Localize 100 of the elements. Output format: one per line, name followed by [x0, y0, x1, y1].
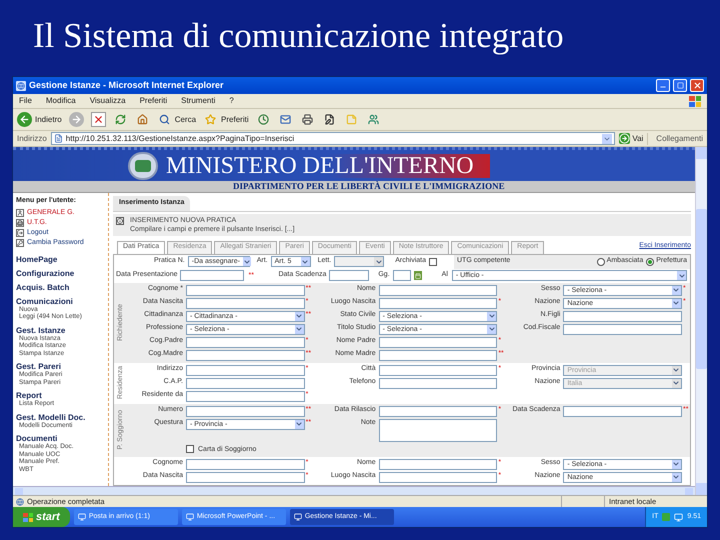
caret-icon	[487, 324, 496, 334]
text-field[interactable]	[186, 350, 305, 360]
sidebar-item[interactable]: HomePage	[16, 254, 105, 264]
checkbox[interactable]	[428, 258, 437, 266]
text-field[interactable]	[186, 298, 305, 308]
menu-item[interactable]: Visualizza	[90, 95, 126, 107]
links-label[interactable]: Collegamenti	[647, 132, 703, 144]
close-button[interactable]	[690, 79, 704, 92]
note-field[interactable]	[378, 418, 498, 442]
address-field[interactable]: http://10.251.32.113/GestioneIstanze.aspx?PaginaTipo=Inserisci	[50, 132, 616, 145]
monitor-icon	[674, 512, 684, 522]
stop-icon[interactable]	[90, 112, 106, 127]
sidebar-item[interactable]: Report	[16, 391, 105, 400]
toolbar-button[interactable]: Preferiti	[203, 112, 249, 127]
caret-icon	[300, 257, 310, 266]
sidebar-item[interactable]: Gest. Istanze	[16, 326, 105, 334]
text-field[interactable]	[378, 284, 498, 296]
browser-icon	[16, 80, 26, 90]
text-field[interactable]	[378, 350, 498, 360]
slide-title: Il Sistema di comunicazione integrato	[33, 18, 564, 52]
toolbar-button[interactable]: Indietro	[17, 112, 62, 127]
sidebar-item[interactable]: Gest. Pareri	[16, 362, 105, 371]
menu-item[interactable]: Modifica	[46, 95, 76, 107]
caret-icon	[242, 257, 251, 266]
info-icon	[116, 216, 124, 224]
caret-icon	[672, 366, 681, 374]
building-icon	[16, 218, 24, 226]
text-field[interactable]	[378, 406, 498, 416]
ministry-title: MINISTERO DELL'INTERNO	[166, 154, 490, 178]
text-field[interactable]	[186, 364, 305, 376]
window-icon	[294, 513, 302, 521]
text-field[interactable]	[378, 364, 498, 376]
start-button[interactable]: start	[13, 507, 70, 527]
text-field[interactable]	[378, 336, 498, 348]
maximize-icon	[676, 82, 684, 89]
caret-icon	[677, 271, 686, 280]
print-icon[interactable]	[300, 112, 315, 127]
caret-icon	[672, 298, 681, 308]
caret-icon	[672, 472, 681, 482]
text-field[interactable]	[392, 270, 411, 281]
text-field[interactable]	[563, 324, 682, 334]
caret-icon	[672, 460, 681, 468]
address-label: Indirizzo	[17, 132, 47, 144]
people-icon[interactable]	[366, 112, 381, 127]
window-title: Gestione Istanze - Microsoft Internet Explorer	[29, 78, 225, 92]
network-icon	[662, 513, 670, 521]
user-icon	[16, 208, 24, 216]
vertical-scrollbar[interactable]	[695, 147, 707, 495]
go-button[interactable]: Vai	[619, 132, 644, 144]
sidebar-item[interactable]: Gest. Modelli Doc.	[16, 412, 105, 422]
calendar-icon[interactable]	[414, 271, 422, 280]
logout-icon	[16, 228, 24, 236]
back-icon	[17, 112, 32, 127]
close-icon	[692, 81, 702, 90]
history-icon[interactable]	[256, 112, 271, 127]
text-field[interactable]	[563, 310, 682, 322]
menu-item[interactable]: ?	[229, 95, 234, 107]
text-field[interactable]	[186, 458, 305, 470]
menu-item[interactable]: File	[19, 95, 32, 107]
caret-icon	[294, 324, 304, 334]
text-field[interactable]	[186, 336, 305, 348]
checkbox[interactable]	[186, 445, 194, 453]
forward-icon[interactable]	[68, 112, 84, 127]
globe-icon	[16, 498, 24, 506]
horizontal-scrollbar[interactable]	[13, 486, 695, 495]
menu-item[interactable]: Strumenti	[181, 95, 216, 107]
text-field[interactable]	[563, 406, 682, 416]
sidebar-item[interactable]: Comunicazioni	[16, 296, 105, 306]
department-subtitle: DIPARTIMENTO PER LE LIBERTÀ CIVILI E L'IMMIGRAZIONE	[233, 180, 505, 193]
caret-icon	[602, 134, 612, 144]
sidebar-item[interactable]: Acquis. Batch	[16, 282, 105, 292]
text-field[interactable]	[186, 406, 305, 416]
text-field[interactable]	[329, 270, 370, 281]
text-field[interactable]	[378, 472, 498, 482]
page-icon	[54, 134, 63, 143]
toolbar-button[interactable]: Cerca	[156, 112, 196, 127]
caret-icon	[672, 378, 681, 388]
caret-icon	[672, 286, 681, 294]
text-field[interactable]	[186, 284, 305, 296]
star-icon	[203, 112, 218, 127]
caret-icon	[294, 312, 304, 320]
text-field[interactable]	[378, 458, 498, 470]
windows-logo-icon	[23, 512, 33, 522]
maximize-button[interactable]	[673, 79, 687, 92]
sidebar-item[interactable]: Documenti	[16, 434, 105, 443]
menu-item[interactable]: Preferiti	[140, 95, 168, 107]
caret-icon	[374, 257, 384, 266]
caret-icon	[487, 312, 496, 320]
text-field[interactable]	[180, 270, 244, 281]
key-icon	[16, 238, 24, 246]
text-field[interactable]	[186, 472, 305, 482]
text-field[interactable]	[378, 378, 498, 388]
minimize-button[interactable]	[656, 79, 670, 92]
window-icon	[186, 513, 194, 521]
sidebar-item[interactable]: Configurazione	[16, 268, 105, 278]
text-field[interactable]	[186, 390, 305, 402]
text-field[interactable]	[378, 298, 498, 308]
text-field[interactable]	[186, 378, 305, 388]
emblem-icon	[128, 152, 158, 180]
windows-logo-icon	[689, 96, 701, 106]
